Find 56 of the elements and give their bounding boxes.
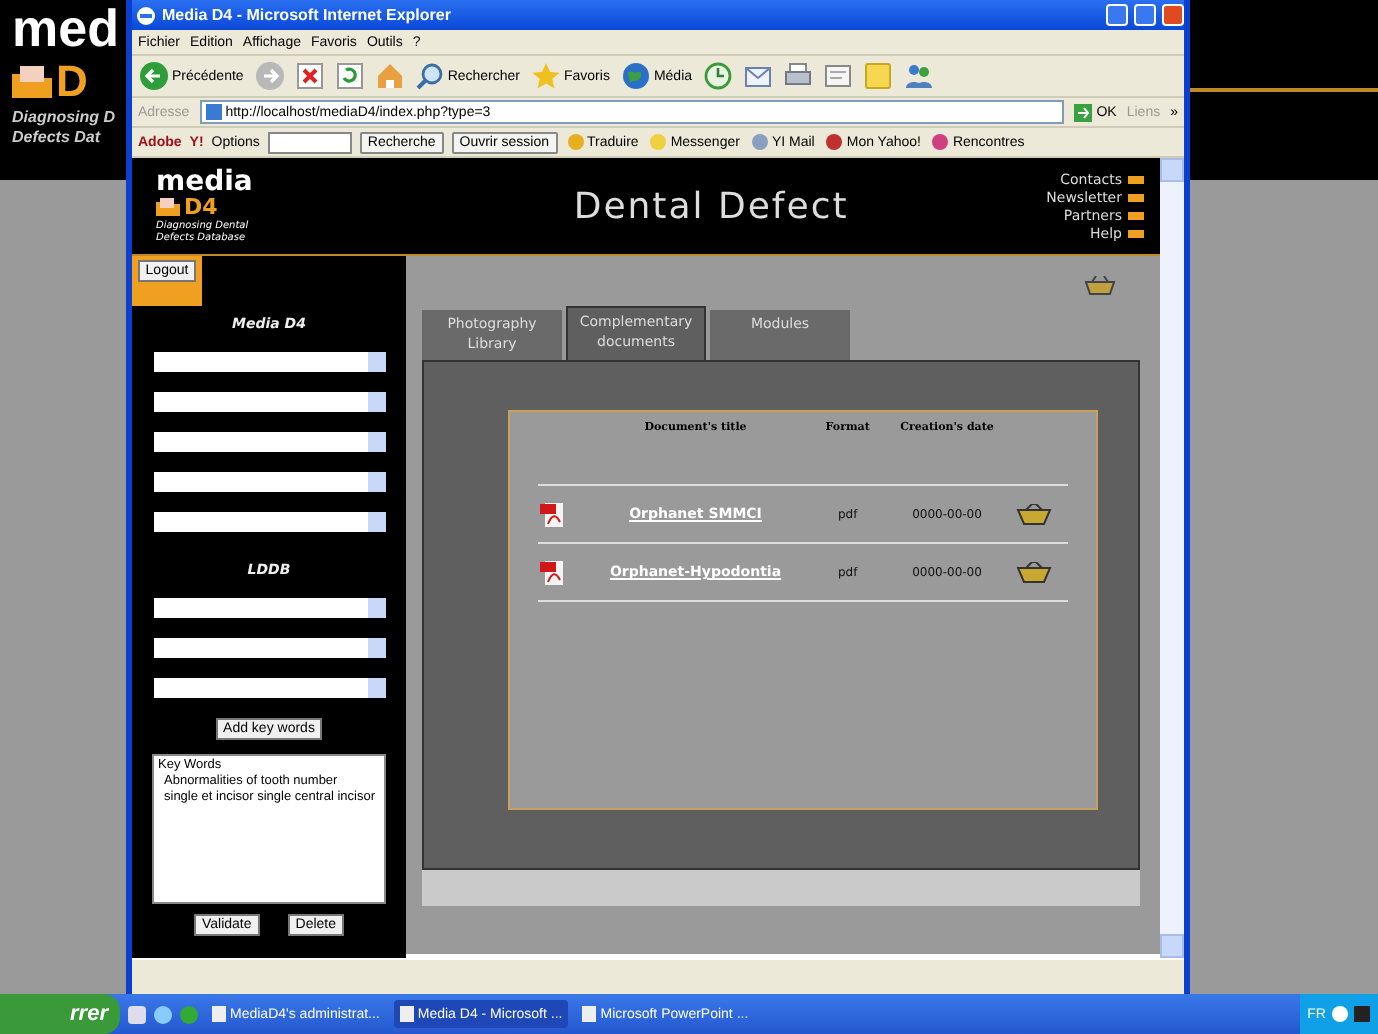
window-icon [582,1006,597,1022]
minimize-button[interactable] [1106,4,1128,26]
bullet-icon [1128,175,1144,183]
window-icon [212,1006,226,1022]
note-icon [864,62,893,90]
page-icon [205,104,222,120]
logo-tagline: Diagnosing D [12,108,118,128]
globe-icon [621,62,650,90]
logo-wordmark: media [156,169,255,195]
toolbar-button[interactable] [782,62,815,90]
back-arrow-icon [140,62,168,90]
basket-icon[interactable] [1015,503,1052,525]
clock-icon [704,62,733,90]
toolbar-button[interactable] [742,62,775,90]
bullet-icon [1128,193,1144,201]
toolbar-button[interactable] [822,62,855,90]
logo-mark: D4 [184,195,218,219]
people-icon [904,62,933,90]
circle-icon [650,134,667,150]
circle-icon [826,134,843,150]
bullet-icon [1128,211,1144,219]
logo-wordmark: med [12,0,121,56]
bullet-icon [1128,229,1144,237]
toolbar-button[interactable] [293,62,326,90]
circle-icon [751,134,768,150]
printer-icon [784,62,813,90]
document-icon [824,62,853,90]
search-icon [415,62,444,90]
window-icon [399,1006,414,1022]
basket-icon[interactable] [1015,561,1052,583]
close-button[interactable] [1162,4,1184,26]
pdf-file-icon[interactable] [540,558,564,586]
logo-letter: D [56,56,88,108]
arrow-icon [1074,103,1093,121]
refresh-icon [335,62,364,90]
envelope-icon [744,62,773,90]
circle-icon [567,134,583,150]
logo-tagline: Defects Dat [12,128,103,148]
toolbar-button[interactable] [373,62,406,90]
home-icon [375,62,404,90]
page-title: Dental Defect [571,185,851,227]
vertical-scrollbar[interactable] [1160,158,1184,958]
toolbar-button[interactable] [702,62,735,90]
maximize-button[interactable] [1134,4,1156,26]
folder-icon [156,198,180,216]
start-button[interactable]: rrer [0,994,120,1034]
pdf-file-icon[interactable] [540,500,564,528]
toolbar-button[interactable] [902,62,935,90]
folder-icon [12,66,52,98]
circle-icon [932,134,949,150]
stop-icon [295,62,324,90]
basket-icon[interactable] [1084,276,1116,296]
search-field[interactable] [267,131,352,153]
star-icon [532,62,560,90]
toolbar-button[interactable] [333,62,366,90]
window-title: Media D4 - Microsoft Internet Explorer [162,6,451,24]
